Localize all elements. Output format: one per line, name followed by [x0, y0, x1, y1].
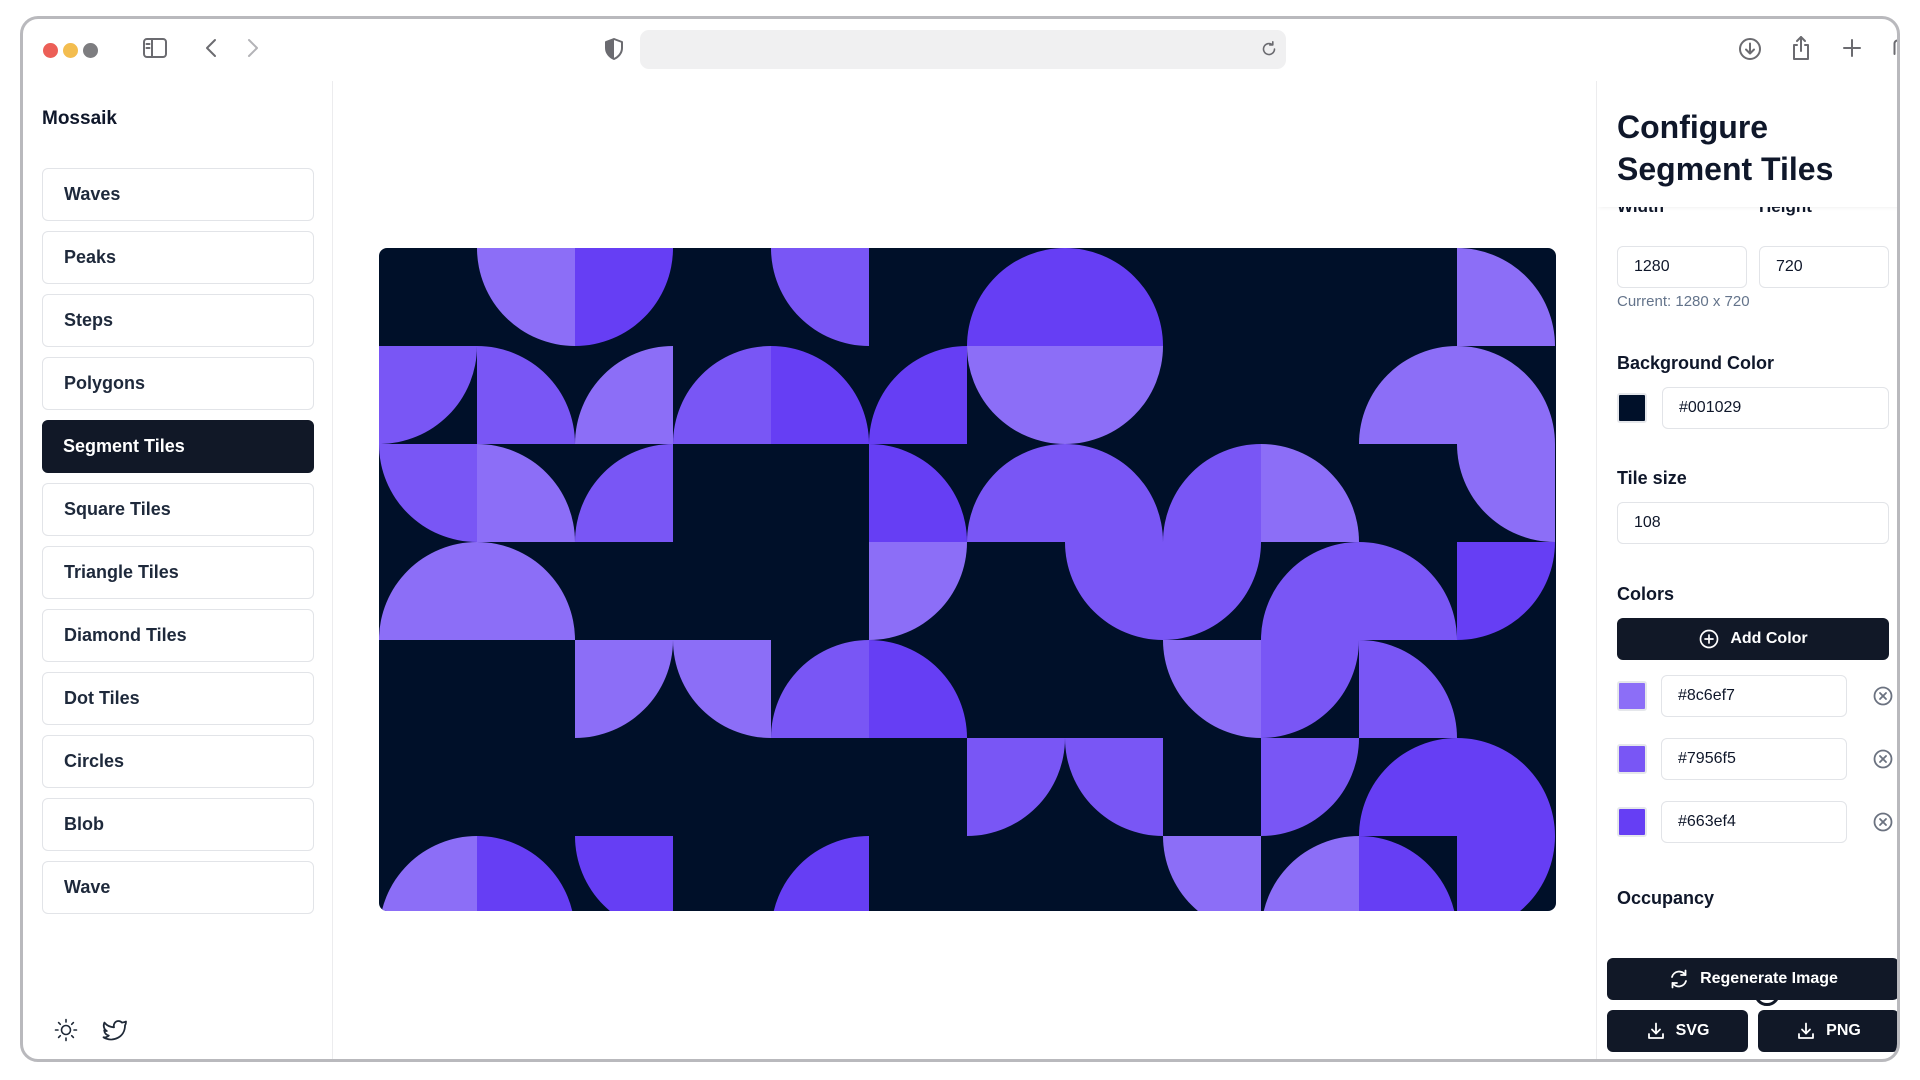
config-panel: Configure Segment Tiles Width Height 128…: [1596, 81, 1897, 1059]
sidebar-item-label: Polygons: [64, 373, 146, 393]
remove-color-icon[interactable]: [1872, 685, 1894, 712]
refresh-icon: [1671, 969, 1687, 989]
back-icon[interactable]: [201, 37, 223, 59]
sidebar-item-wave[interactable]: Wave: [42, 861, 314, 914]
sidebar-toggle-icon[interactable]: [141, 35, 169, 61]
tile-size-value: 108: [1634, 514, 1661, 531]
background-color-value: #001029: [1679, 399, 1742, 416]
reload-icon[interactable]: [1260, 40, 1278, 58]
close-window-button[interactable]: [43, 43, 58, 58]
sidebar-item-label: Dot Tiles: [64, 688, 140, 708]
download-png-button[interactable]: PNG: [1758, 1010, 1897, 1052]
download-icon: [1647, 1022, 1664, 1039]
download-svg-label: SVG: [1675, 1022, 1710, 1039]
share-icon[interactable]: [1789, 34, 1813, 62]
add-color-label: Add Color: [1730, 630, 1808, 647]
add-color-button[interactable]: Add Color: [1617, 618, 1889, 660]
sidebar-item-label: Blob: [64, 814, 104, 834]
sidebar-item-label: Triangle Tiles: [64, 562, 179, 582]
color-value: #663ef4: [1678, 813, 1736, 830]
color-input[interactable]: #663ef4: [1661, 801, 1847, 843]
sidebar-item-steps[interactable]: Steps: [42, 294, 314, 347]
height-input[interactable]: 720: [1759, 246, 1889, 288]
background-color-label: Background Color: [1617, 353, 1775, 373]
width-value: 1280: [1634, 258, 1670, 275]
minimize-window-button[interactable]: [63, 43, 78, 58]
sidebar-item-label: Diamond Tiles: [64, 625, 187, 645]
tile-size-input[interactable]: 108: [1617, 502, 1889, 544]
sidebar-item-polygons[interactable]: Polygons: [42, 357, 314, 410]
sidebar-item-blob[interactable]: Blob: [42, 798, 314, 851]
color-swatch[interactable]: [1617, 681, 1647, 711]
sidebar: Mossaik Waves Peaks Steps Polygons Segme…: [23, 81, 333, 1059]
address-bar[interactable]: [640, 30, 1286, 69]
segment-tiles-artwork: [379, 248, 1556, 911]
occupancy-label: Occupancy: [1617, 888, 1715, 908]
tab-overview-icon[interactable]: [1891, 36, 1897, 62]
privacy-shield-icon[interactable]: [603, 37, 625, 61]
generated-image: [379, 248, 1556, 911]
sun-icon[interactable]: [53, 1017, 79, 1048]
background-color-swatch[interactable]: [1617, 393, 1647, 423]
tile-size-label: Tile size: [1617, 468, 1687, 488]
download-icon: [1798, 1022, 1815, 1039]
regenerate-image-label: Regenerate Image: [1700, 970, 1838, 987]
sidebar-item-peaks[interactable]: Peaks: [42, 231, 314, 284]
app-brand: Mossaik: [42, 108, 117, 129]
panel-title: Configure Segment Tiles: [1597, 81, 1897, 207]
sidebar-item-triangle-tiles[interactable]: Triangle Tiles: [42, 546, 314, 599]
sidebar-item-label: Waves: [64, 184, 121, 204]
download-svg-button[interactable]: SVG: [1607, 1010, 1748, 1052]
current-size-hint: Current: 1280 x 720: [1617, 293, 1750, 310]
sidebar-item-diamond-tiles[interactable]: Diamond Tiles: [42, 609, 314, 662]
sidebar-item-dot-tiles[interactable]: Dot Tiles: [42, 672, 314, 725]
remove-color-icon[interactable]: [1872, 748, 1894, 775]
zoom-window-button[interactable]: [83, 43, 98, 58]
color-swatch[interactable]: [1617, 807, 1647, 837]
sidebar-footer: [53, 1017, 129, 1048]
height-value: 720: [1776, 258, 1803, 275]
browser-window: Mossaik Waves Peaks Steps Polygons Segme…: [20, 16, 1900, 1062]
sidebar-item-label: Square Tiles: [64, 499, 171, 519]
sidebar-item-square-tiles[interactable]: Square Tiles: [42, 483, 314, 536]
browser-toolbar: [23, 19, 1897, 81]
background-color-input[interactable]: #001029: [1662, 387, 1889, 429]
colors-label: Colors: [1617, 584, 1675, 604]
regenerate-image-button[interactable]: Regenerate Image: [1607, 958, 1897, 1000]
sidebar-item-label: Circles: [64, 751, 125, 771]
remove-color-icon[interactable]: [1872, 811, 1894, 838]
new-tab-icon[interactable]: [1841, 37, 1863, 59]
width-input[interactable]: 1280: [1617, 246, 1747, 288]
color-swatch[interactable]: [1617, 744, 1647, 774]
tile-type-nav: Waves Peaks Steps Polygons Segment Tiles…: [42, 168, 314, 924]
sidebar-item-circles[interactable]: Circles: [42, 735, 314, 788]
color-input[interactable]: #8c6ef7: [1661, 675, 1847, 717]
download-png-label: PNG: [1826, 1022, 1861, 1039]
sidebar-item-label: Peaks: [64, 247, 117, 267]
color-input[interactable]: #7956f5: [1661, 738, 1847, 780]
twitter-icon[interactable]: [101, 1017, 129, 1048]
sidebar-item-label: Steps: [64, 310, 114, 330]
sidebar-item-waves[interactable]: Waves: [42, 168, 314, 221]
forward-icon[interactable]: [241, 37, 263, 59]
sidebar-item-label: Segment Tiles: [63, 436, 185, 456]
sidebar-item-label: Wave: [64, 877, 111, 897]
plus-circle-icon: [1699, 629, 1719, 649]
downloads-icon[interactable]: [1737, 36, 1763, 62]
sidebar-item-segment-tiles[interactable]: Segment Tiles: [42, 420, 314, 473]
color-value: #8c6ef7: [1678, 687, 1735, 704]
color-value: #7956f5: [1678, 750, 1736, 767]
